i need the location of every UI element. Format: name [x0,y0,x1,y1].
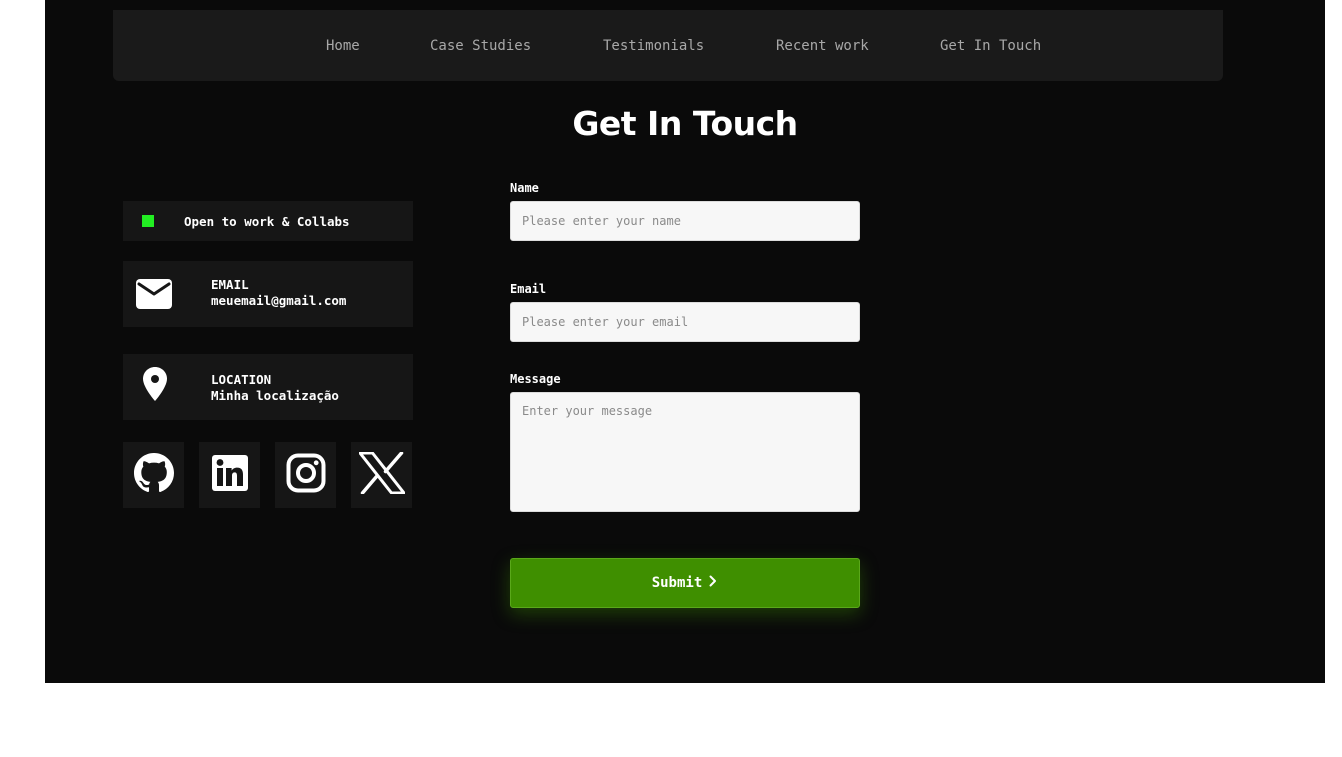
map-pin-icon [143,367,167,405]
name-label: Name [510,181,539,195]
submit-button[interactable]: Submit [510,558,860,608]
instagram-icon [286,453,326,497]
nav-case-studies[interactable]: Case Studies [430,38,531,54]
nav-get-in-touch[interactable]: Get In Touch [940,38,1041,54]
email-value[interactable]: meuemail@gmail.com [211,293,346,309]
status-text: Open to work & Collabs [184,214,350,229]
message-label: Message [510,372,561,386]
instagram-link[interactable] [275,442,336,508]
submit-label: Submit [651,575,703,591]
github-link[interactable] [123,442,184,508]
nav-home[interactable]: Home [326,38,360,54]
status-dot [142,215,154,227]
envelope-icon [136,279,172,313]
top-nav: Home Case Studies Testimonials Recent wo… [113,10,1223,81]
x-link[interactable] [351,442,412,508]
location-card: LOCATION Minha localização [123,354,413,420]
name-input[interactable] [510,201,860,241]
email-label: EMAIL [211,277,249,292]
email-input[interactable] [510,302,860,342]
chevron-right-icon [708,575,718,591]
email-card[interactable]: EMAIL meuemail@gmail.com [123,261,413,327]
linkedin-icon [211,455,248,495]
x-icon [358,451,405,498]
location-value: Minha localização [211,388,339,403]
location-label: LOCATION [211,372,272,387]
github-icon [133,453,174,497]
nav-testimonials[interactable]: Testimonials [603,38,704,54]
contact-page: Home Case Studies Testimonials Recent wo… [45,0,1325,683]
page-title: Get In Touch [572,104,798,143]
status-card: Open to work & Collabs [123,201,413,241]
nav-recent-work[interactable]: Recent work [776,38,869,54]
email-field-label: Email [510,282,547,296]
linkedin-link[interactable] [199,442,260,508]
message-textarea[interactable] [510,392,860,512]
